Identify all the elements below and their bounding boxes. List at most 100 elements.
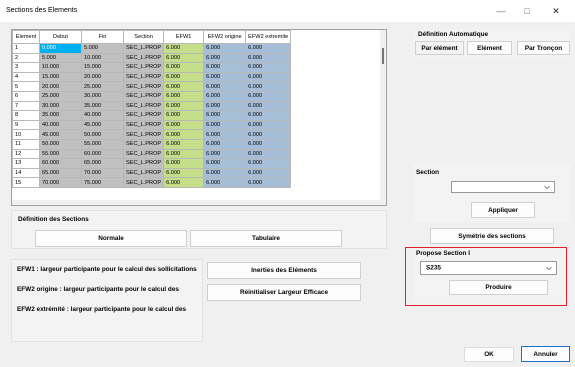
fin-cell[interactable]: 75.000 — [81, 177, 124, 188]
efw2-extremite-cell[interactable]: 6.000 — [245, 90, 292, 102]
efw1-cell[interactable]: 6.000 — [163, 100, 205, 112]
efw2-extremite-cell[interactable]: 6.000 — [245, 71, 292, 83]
element-cell[interactable]: 13 — [12, 158, 40, 169]
ok-button[interactable]: OK — [464, 347, 514, 362]
element-cell[interactable]: 14 — [12, 167, 40, 179]
grid-horizontal-scrollbar[interactable] — [12, 200, 386, 205]
element-cell[interactable]: 1 — [12, 43, 40, 54]
fin-cell[interactable]: 40.000 — [81, 110, 124, 121]
efw2-origine-cell[interactable]: 6.000 — [203, 43, 247, 54]
table-row[interactable]: 8 35.000 40.000 SEC_L.PROP 6.000 6.000 6.000 — [12, 110, 292, 121]
debut-cell[interactable]: 10.000 — [39, 62, 82, 73]
par-troncon-button[interactable]: Par Tronçon — [517, 41, 570, 55]
fin-cell[interactable]: 65.000 — [81, 158, 124, 169]
debut-cell[interactable]: 45.000 — [39, 129, 82, 140]
table-row[interactable]: 4 15.000 20.000 SEC_L.PROP 6.000 6.000 6.000 — [12, 71, 292, 83]
fin-cell[interactable]: 10.000 — [81, 52, 124, 64]
close-button[interactable]: ✕ — [545, 4, 567, 18]
debut-cell[interactable]: 70.000 — [39, 177, 82, 188]
efw2-extremite-cell[interactable]: 6.000 — [245, 110, 292, 121]
section-cell[interactable]: SEC_L.PROP — [122, 148, 165, 160]
debut-cell[interactable]: 40.000 — [39, 119, 82, 131]
efw1-cell[interactable]: 6.000 — [163, 90, 205, 102]
scroll-thumb[interactable] — [382, 48, 384, 64]
debut-cell[interactable]: 15.000 — [39, 71, 82, 83]
efw1-cell[interactable]: 6.000 — [163, 52, 205, 64]
element-cell[interactable]: 4 — [12, 71, 40, 83]
efw1-cell[interactable]: 6.000 — [163, 129, 205, 140]
column-header[interactable]: Debut — [39, 30, 82, 44]
normale-button[interactable]: Normale — [35, 230, 187, 247]
efw2-origine-cell[interactable]: 6.000 — [203, 138, 247, 150]
minimize-button[interactable]: — — [490, 4, 512, 18]
element-cell[interactable]: 7 — [12, 100, 40, 112]
efw2-extremite-cell[interactable]: 6.000 — [245, 148, 292, 160]
appliquer-button[interactable]: Appliquer — [471, 202, 535, 218]
section-cell[interactable]: SEC_L.PROP — [122, 119, 165, 131]
efw1-cell[interactable]: 6.000 — [163, 167, 205, 179]
debut-cell[interactable]: 35.000 — [39, 110, 82, 121]
debut-cell[interactable]: 0.000 — [39, 43, 82, 54]
element-cell[interactable]: 2 — [12, 52, 40, 64]
table-row[interactable]: 10 45.000 50.000 SEC_L.PROP 6.000 6.000 6.000 — [12, 129, 292, 140]
column-header[interactable]: EFW2 origine — [203, 30, 247, 44]
section-cell[interactable]: SEC_L.PROP — [122, 100, 165, 112]
section-cell[interactable]: SEC_L.PROP — [122, 43, 165, 54]
efw2-origine-cell[interactable]: 6.000 — [203, 158, 247, 169]
fin-cell[interactable]: 15.000 — [81, 62, 124, 73]
reinitialiser-button[interactable]: Réinitialiser Largeur Efficace — [207, 284, 361, 301]
efw2-extremite-cell[interactable]: 6.000 — [245, 62, 292, 73]
efw2-origine-cell[interactable]: 6.000 — [203, 167, 247, 179]
table-row[interactable]: 3 10.000 15.000 SEC_L.PROP 6.000 6.000 6.000 — [12, 62, 292, 73]
symetrie-button[interactable]: Symétrie des sections — [430, 228, 554, 244]
element-cell[interactable]: 3 — [12, 62, 40, 73]
section-cell[interactable]: SEC_L.PROP — [122, 110, 165, 121]
efw1-cell[interactable]: 6.000 — [163, 71, 205, 83]
debut-cell[interactable]: 65.000 — [39, 167, 82, 179]
grid-vertical-scrollbar[interactable] — [380, 30, 386, 205]
column-header[interactable]: EFW1 — [163, 30, 205, 44]
inerties-button[interactable]: Inerties des Eléments — [207, 262, 361, 279]
debut-cell[interactable]: 25.000 — [39, 90, 82, 102]
fin-cell[interactable]: 20.000 — [81, 71, 124, 83]
element-cell[interactable]: 15 — [12, 177, 40, 188]
element-button[interactable]: Elément — [467, 41, 512, 55]
efw2-origine-cell[interactable]: 6.000 — [203, 62, 247, 73]
efw2-extremite-cell[interactable]: 6.000 — [245, 43, 292, 54]
table-row[interactable]: 2 5.000 10.000 SEC_L.PROP 6.000 6.000 6.000 — [12, 52, 292, 64]
section-cell[interactable]: SEC_L.PROP — [122, 129, 165, 140]
tabulaire-button[interactable]: Tabulaire — [190, 230, 342, 247]
section-cell[interactable]: SEC_L.PROP — [122, 90, 165, 102]
column-header[interactable]: Fin — [81, 30, 124, 44]
efw1-cell[interactable]: 6.000 — [163, 81, 205, 92]
section-cell[interactable]: SEC_L.PROP — [122, 62, 165, 73]
efw2-extremite-cell[interactable]: 6.000 — [245, 119, 292, 131]
section-cell[interactable]: SEC_L.PROP — [122, 158, 165, 169]
efw2-extremite-cell[interactable]: 6.000 — [245, 158, 292, 169]
debut-cell[interactable]: 50.000 — [39, 138, 82, 150]
section-cell[interactable]: SEC_L.PROP — [122, 167, 165, 179]
fin-cell[interactable]: 35.000 — [81, 100, 124, 112]
efw2-extremite-cell[interactable]: 6.000 — [245, 81, 292, 92]
table-row[interactable]: 11 50.000 55.000 SEC_L.PROP 6.000 6.000 6.000 — [12, 138, 292, 150]
element-cell[interactable]: 9 — [12, 119, 40, 131]
elements-grid[interactable]: Element Debut Fin Section EFW1 EFW2 origine EF… — [11, 29, 387, 206]
column-header[interactable]: EFW2 extremite — [245, 30, 292, 44]
efw2-extremite-cell[interactable]: 6.000 — [245, 100, 292, 112]
element-cell[interactable]: 12 — [12, 148, 40, 160]
element-cell[interactable]: 10 — [12, 129, 40, 140]
efw2-origine-cell[interactable]: 6.000 — [203, 129, 247, 140]
fin-cell[interactable]: 60.000 — [81, 148, 124, 160]
fin-cell[interactable]: 70.000 — [81, 167, 124, 179]
debut-cell[interactable]: 55.000 — [39, 148, 82, 160]
efw2-extremite-cell[interactable]: 6.000 — [245, 129, 292, 140]
efw2-origine-cell[interactable]: 6.000 — [203, 71, 247, 83]
fin-cell[interactable]: 45.000 — [81, 119, 124, 131]
section-cell[interactable]: SEC_L.PROP — [122, 52, 165, 64]
section-cell[interactable]: SEC_L.PROP — [122, 81, 165, 92]
efw1-cell[interactable]: 6.000 — [163, 177, 205, 188]
debut-cell[interactable]: 30.000 — [39, 100, 82, 112]
table-row[interactable]: 15 70.000 75.000 SEC_L.PROP 6.000 6.000 6.000 — [12, 177, 292, 188]
annuler-button[interactable]: Annuler — [521, 346, 570, 362]
efw2-origine-cell[interactable]: 6.000 — [203, 100, 247, 112]
